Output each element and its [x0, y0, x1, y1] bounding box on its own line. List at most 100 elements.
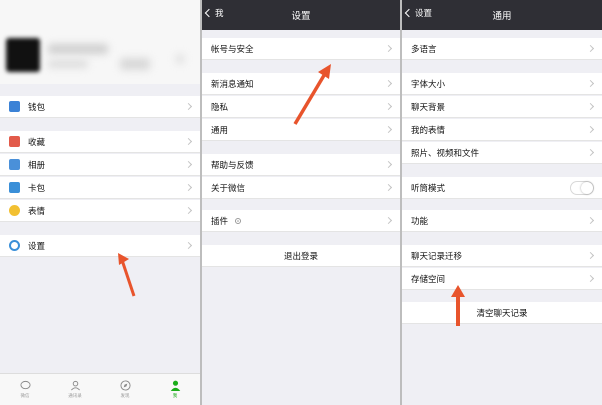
general-item-label: 聊天记录迁移	[411, 251, 463, 262]
chevron-right-icon	[586, 148, 595, 157]
menu-item-label: 钱包	[28, 102, 46, 113]
tab-label: 微信	[20, 394, 30, 399]
smiley-icon	[9, 205, 20, 216]
general-item-label: 照片、视频和文件	[411, 148, 480, 159]
wallet-icon	[9, 101, 20, 112]
chevron-right-icon	[184, 241, 193, 250]
favorites-icon	[9, 136, 20, 147]
general-item-chat-history-migration[interactable]: 聊天记录迁移	[402, 245, 602, 267]
menu-item-label: 设置	[28, 241, 46, 252]
general-item-label: 字体大小	[411, 79, 446, 90]
settings-item-help-feedback[interactable]: 帮助与反馈	[202, 154, 400, 176]
chevron-right-icon	[184, 137, 193, 146]
menu-item-label: 卡包	[28, 183, 46, 194]
settings-item-plugins[interactable]: 插件	[202, 210, 400, 232]
qr-code-icon	[120, 58, 150, 70]
menu-item-album[interactable]: 相册	[0, 154, 200, 176]
chevron-right-icon	[384, 79, 393, 88]
general-item-chat-background[interactable]: 聊天背景	[402, 96, 602, 118]
chevron-right-icon	[586, 79, 595, 88]
general-item-font-size[interactable]: 字体大小	[402, 73, 602, 95]
logout-label: 退出登录	[283, 251, 318, 262]
profile-header[interactable]	[0, 0, 200, 84]
chevron-right-icon	[184, 183, 193, 192]
chevron-right-icon	[384, 44, 393, 53]
annotation-arrow-icon	[118, 253, 136, 297]
settings-item-account-security[interactable]: 帐号与安全	[202, 38, 400, 60]
contacts-icon	[70, 380, 80, 391]
plugin-icon	[235, 217, 242, 224]
menu-item-settings[interactable]: 设置	[0, 235, 200, 257]
navigation-bar: 我 设置	[202, 0, 400, 30]
earpiece-mode-toggle[interactable]	[570, 181, 594, 195]
profile-wechat-id	[48, 60, 88, 68]
clear-chat-history-button[interactable]: 清空聊天记录	[402, 302, 602, 324]
tab-contacts[interactable]: 通讯录	[50, 374, 100, 405]
settings-item-label: 插件	[211, 216, 229, 227]
chevron-right-icon	[384, 216, 393, 225]
menu-item-stickers[interactable]: 表情	[0, 200, 200, 222]
chevron-right-icon	[384, 160, 393, 169]
tab-discover[interactable]: 发现	[100, 374, 150, 405]
settings-item-label: 关于微信	[211, 183, 246, 194]
avatar	[6, 38, 40, 72]
menu-item-label: 相册	[28, 160, 46, 171]
settings-item-new-message-notify[interactable]: 新消息通知	[202, 73, 400, 95]
tab-label: 我	[172, 394, 178, 399]
general-screen: 设置 通用 多语言 字体大小 聊天背景 我的表情 照片、视频和文件 听筒模式 功…	[402, 0, 602, 405]
chevron-right-icon	[586, 251, 595, 260]
chevron-right-icon	[176, 54, 184, 64]
settings-item-label: 帐号与安全	[211, 44, 254, 55]
menu-item-favorites[interactable]: 收藏	[0, 131, 200, 153]
settings-item-label: 隐私	[211, 102, 229, 113]
settings-item-about-wechat[interactable]: 关于微信	[202, 177, 400, 199]
me-screen: 钱包 收藏 相册 卡包 表情 设置 微信 通讯录 发现 我	[0, 0, 200, 405]
chevron-right-icon	[384, 125, 393, 134]
clear-chat-history-label: 清空聊天记录	[476, 308, 528, 319]
settings-item-label: 新消息通知	[211, 79, 254, 90]
general-item-features[interactable]: 功能	[402, 210, 602, 232]
settings-item-label: 帮助与反馈	[211, 160, 254, 171]
general-item-label: 聊天背景	[411, 102, 446, 113]
tab-chats[interactable]: 微信	[0, 374, 50, 405]
navigation-bar: 设置 通用	[402, 0, 602, 30]
chat-bubble-icon	[19, 380, 31, 390]
general-item-label: 听筒模式	[411, 183, 446, 194]
general-item-label: 功能	[411, 216, 429, 227]
settings-screen: 我 设置 帐号与安全 新消息通知 隐私 通用 帮助与反馈 关于微信 插件 退出登…	[202, 0, 400, 405]
chevron-right-icon	[586, 216, 595, 225]
chevron-right-icon	[184, 102, 193, 111]
chevron-right-icon	[384, 183, 393, 192]
menu-item-label: 表情	[28, 206, 46, 217]
chevron-right-icon	[184, 206, 193, 215]
gear-icon	[9, 240, 20, 251]
general-item-photos-videos-files[interactable]: 照片、视频和文件	[402, 142, 602, 164]
chevron-right-icon	[586, 102, 595, 111]
tab-label: 通讯录	[68, 394, 82, 399]
page-title: 设置	[291, 11, 311, 22]
general-item-storage[interactable]: 存储空间	[402, 268, 602, 290]
logout-button[interactable]: 退出登录	[202, 245, 400, 267]
general-item-my-stickers[interactable]: 我的表情	[402, 119, 602, 141]
chevron-right-icon	[184, 160, 193, 169]
settings-item-privacy[interactable]: 隐私	[202, 96, 400, 118]
chevron-right-icon	[586, 274, 595, 283]
menu-item-card-bag[interactable]: 卡包	[0, 177, 200, 199]
settings-item-label: 通用	[211, 125, 229, 136]
card-bag-icon	[9, 182, 20, 193]
menu-item-label: 收藏	[28, 137, 46, 148]
general-item-label: 多语言	[411, 44, 437, 55]
general-item-language[interactable]: 多语言	[402, 38, 602, 60]
menu-item-wallet[interactable]: 钱包	[0, 96, 200, 118]
tab-me[interactable]: 我	[150, 374, 200, 405]
album-icon	[9, 159, 20, 170]
toggle-knob	[581, 182, 593, 194]
general-item-label: 我的表情	[411, 125, 446, 136]
chevron-right-icon	[384, 102, 393, 111]
chevron-right-icon	[586, 44, 595, 53]
person-icon	[170, 380, 180, 391]
page-title: 通用	[492, 11, 512, 22]
tab-bar: 微信 通讯录 发现 我	[0, 373, 200, 405]
chevron-right-icon	[586, 125, 595, 134]
settings-item-general[interactable]: 通用	[202, 119, 400, 141]
